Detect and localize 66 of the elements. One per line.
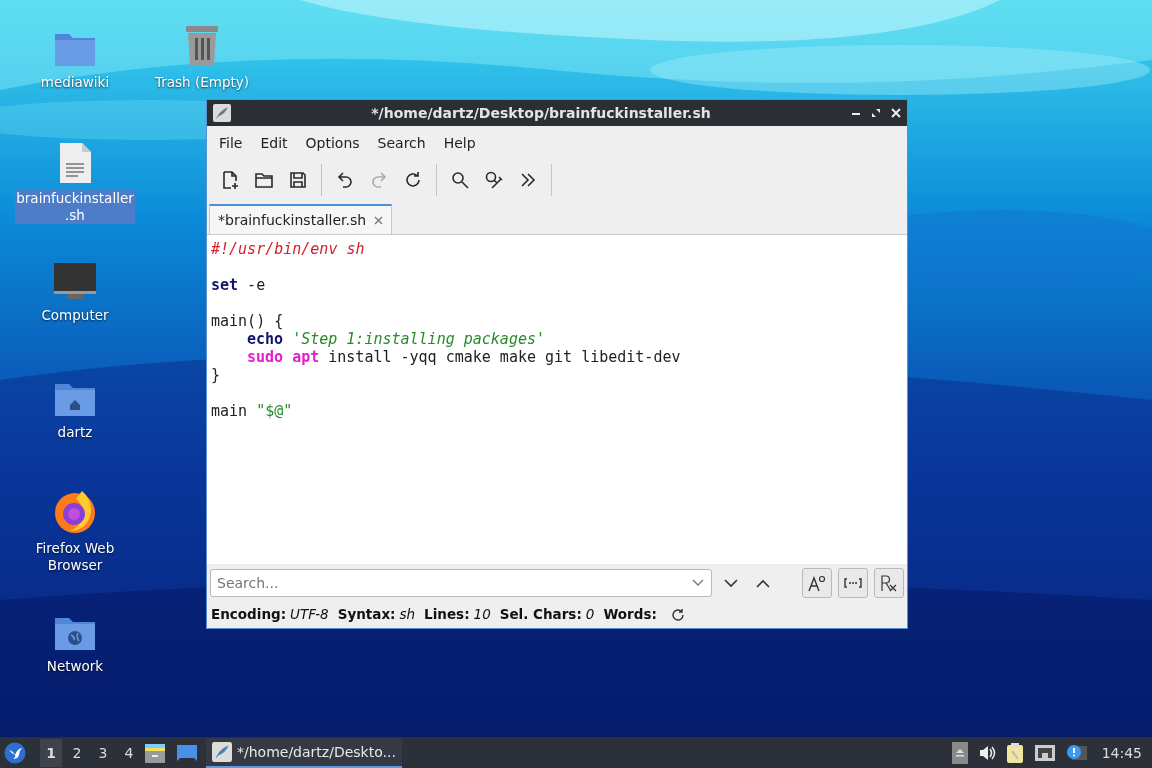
maximize-icon[interactable] bbox=[871, 108, 881, 118]
monitor-icon bbox=[53, 261, 97, 301]
search-field[interactable]: Search... bbox=[210, 569, 712, 597]
status-value: 10 bbox=[473, 606, 491, 622]
code-line: main "$@" bbox=[211, 402, 293, 420]
code-line: } bbox=[211, 366, 221, 384]
taskbar-task[interactable]: */home/dartz/Deskto... bbox=[206, 737, 402, 768]
text-file-icon bbox=[58, 142, 92, 184]
status-value: 0 bbox=[585, 606, 595, 622]
search-option-button[interactable] bbox=[838, 568, 868, 598]
search-option-button[interactable] bbox=[874, 568, 904, 598]
status-label: Encoding: bbox=[211, 606, 287, 622]
code-editor[interactable]: #!/usr/bin/env sh set -e main() { echo 'Step 1:installing packages' sudo apt install -yqq cmake make git libedit-dev } main "$@" bbox=[207, 235, 907, 564]
code-line: sudo apt install -yqq cmake make git libedit-dev bbox=[246, 348, 681, 366]
save-icon bbox=[288, 170, 308, 190]
menu-item[interactable]: Edit bbox=[251, 130, 297, 155]
match-case-icon bbox=[807, 573, 827, 593]
icon-label[interactable]: Computer bbox=[40, 307, 110, 324]
start-menu-icon[interactable] bbox=[4, 741, 26, 764]
reload-icon bbox=[403, 170, 423, 190]
app-icon bbox=[212, 741, 232, 762]
chevron-down-icon bbox=[724, 578, 738, 588]
icon-label[interactable]: dartz bbox=[56, 424, 94, 441]
app-icon bbox=[213, 104, 231, 122]
icon-label[interactable]: Firefox Web Browser bbox=[15, 540, 135, 574]
workspace-button[interactable]: 2 bbox=[66, 738, 88, 767]
search-option-button[interactable] bbox=[802, 568, 832, 598]
workspace-button[interactable]: 1 bbox=[40, 738, 62, 767]
window-title: */home/dartz/Desktop/brainfuckinstaller.sh bbox=[370, 105, 712, 121]
file-tab[interactable]: *brainfuckinstaller.sh bbox=[209, 204, 393, 234]
file-cabinet-icon[interactable] bbox=[144, 741, 166, 764]
find-replace-icon bbox=[484, 170, 504, 190]
volume-icon[interactable] bbox=[977, 743, 996, 762]
workspace-button[interactable]: 4 bbox=[118, 738, 140, 767]
status-label: Words: bbox=[603, 606, 657, 622]
menu-item[interactable]: Help bbox=[434, 130, 485, 155]
status-label: Lines: bbox=[424, 606, 470, 622]
search-icon bbox=[450, 170, 470, 190]
notification-icon[interactable] bbox=[1065, 743, 1088, 762]
chevron-up-icon bbox=[756, 578, 770, 588]
status-value: sh bbox=[399, 606, 416, 622]
status-label: Sel. Chars: bbox=[499, 606, 582, 622]
code-line: set -e bbox=[211, 276, 266, 294]
new-file-icon bbox=[220, 170, 240, 190]
code-line: #!/usr/bin/env sh bbox=[211, 240, 365, 258]
undo-icon bbox=[335, 170, 355, 190]
refresh-icon[interactable] bbox=[670, 608, 685, 622]
icon-label[interactable]: brainfuckinstaller.sh bbox=[15, 190, 135, 224]
status-value: UTF-8 bbox=[290, 606, 329, 622]
network-monitor-icon[interactable] bbox=[1033, 743, 1056, 762]
status-label: Syntax: bbox=[337, 606, 396, 622]
regex-icon bbox=[879, 573, 899, 593]
menu-item[interactable]: Search bbox=[368, 130, 435, 155]
desktop-window-icon[interactable] bbox=[176, 743, 198, 762]
redo-icon bbox=[369, 170, 389, 190]
icon-label[interactable]: Network bbox=[45, 658, 105, 675]
folder-icon bbox=[254, 170, 274, 190]
dropdown-caret-icon[interactable] bbox=[692, 579, 704, 587]
clipboard-icon[interactable] bbox=[1005, 741, 1024, 764]
code-line: main() { bbox=[211, 312, 284, 330]
menu-item[interactable]: File bbox=[210, 130, 252, 155]
workspace-button[interactable]: 3 bbox=[92, 738, 114, 767]
code-line: echo 'Step 1:installing packages' bbox=[246, 330, 546, 348]
menu-item[interactable]: Options bbox=[296, 130, 369, 155]
clock: 14:45 bbox=[1101, 744, 1142, 761]
eject-icon[interactable] bbox=[951, 741, 968, 764]
